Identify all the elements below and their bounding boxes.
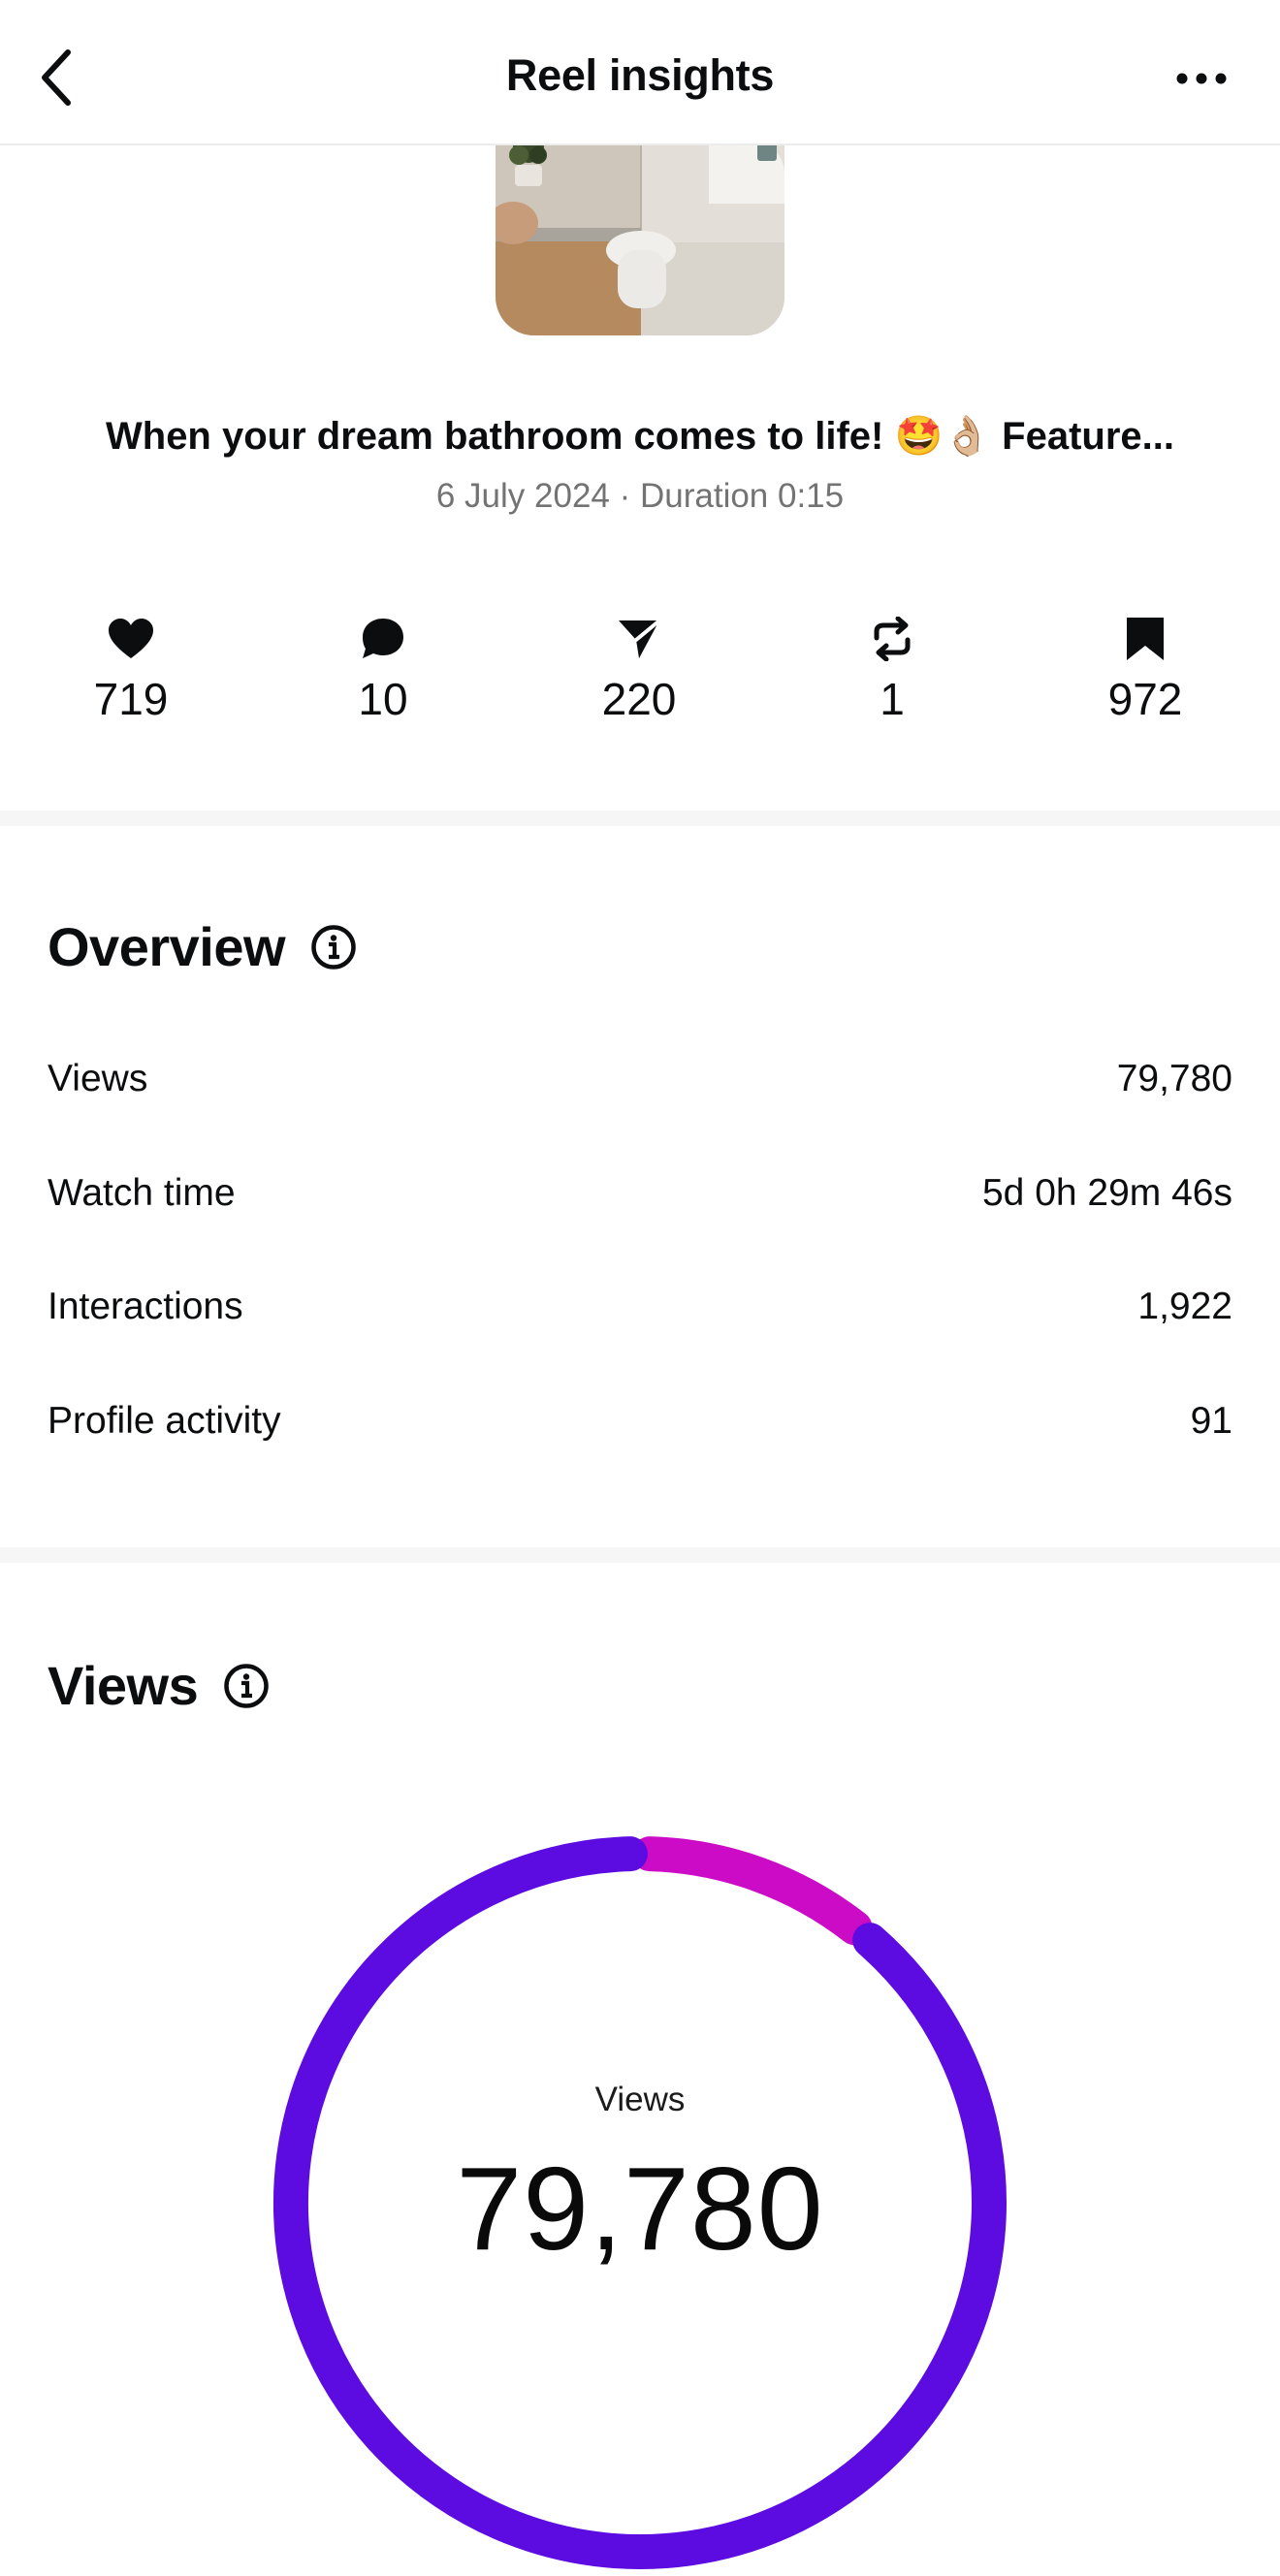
repost-icon [874,617,911,661]
comments-stat: 10 [296,613,470,725]
info-icon [311,924,356,970]
row-label: Watch time [48,1172,236,1214]
likes-stat: 719 [44,613,218,725]
views-title: Views [48,1655,199,1716]
overview-row-views: Views 79,780 [48,1050,1232,1108]
row-value: 79,780 [1116,1058,1232,1099]
page-title: Reel insights [505,50,775,100]
heart-icon [109,619,153,658]
shares-count: 220 [601,674,677,724]
row-label: Views [48,1058,148,1099]
views-heading: Views [48,1654,270,1717]
reposts-count: 1 [880,674,905,724]
overview-row-watch-time: Watch time 5d 0h 29m 46s [48,1164,1232,1223]
saves-stat: 972 [1058,613,1232,725]
more-horizontal-icon [1176,73,1227,84]
donut-center-value: 79,780 [456,2143,824,2274]
row-label: Profile activity [48,1400,281,1442]
reposts-stat: 1 [805,613,979,725]
row-label: Interactions [48,1286,243,1327]
info-icon [224,1663,269,1708]
bookmark-icon [1127,618,1164,660]
row-value: 1,922 [1137,1286,1232,1327]
overview-row-profile-activity: Profile activity 91 [48,1392,1232,1450]
row-value: 5d 0h 29m 46s [981,1172,1232,1214]
saves-count: 972 [1107,674,1183,724]
donut-center-label: Views [594,2081,686,2118]
reel-caption: When your dream bathroom comes to life! … [106,415,1174,458]
likes-count: 719 [93,674,169,724]
overview-heading: Overview [48,915,357,978]
bathroom-image [496,116,784,335]
overview-row-interactions: Interactions 1,922 [48,1278,1232,1336]
reel-thumbnail[interactable] [496,116,784,335]
more-options-button[interactable] [1168,54,1235,103]
top-bar: Reel insights [0,0,1280,145]
comment-icon [363,619,403,658]
donut-segment-0 [632,1836,873,1946]
comments-count: 10 [358,674,408,724]
overview-info-button[interactable] [310,924,357,970]
overview-title: Overview [48,916,286,977]
shares-stat: 220 [552,613,726,725]
views-info-button[interactable] [223,1663,270,1709]
row-value: 91 [1190,1400,1232,1442]
share-icon [619,620,660,658]
reel-date-duration: 6 July 2024 · Duration 0:15 [435,477,845,515]
section-divider [0,811,1280,826]
section-divider [0,1547,1280,1563]
